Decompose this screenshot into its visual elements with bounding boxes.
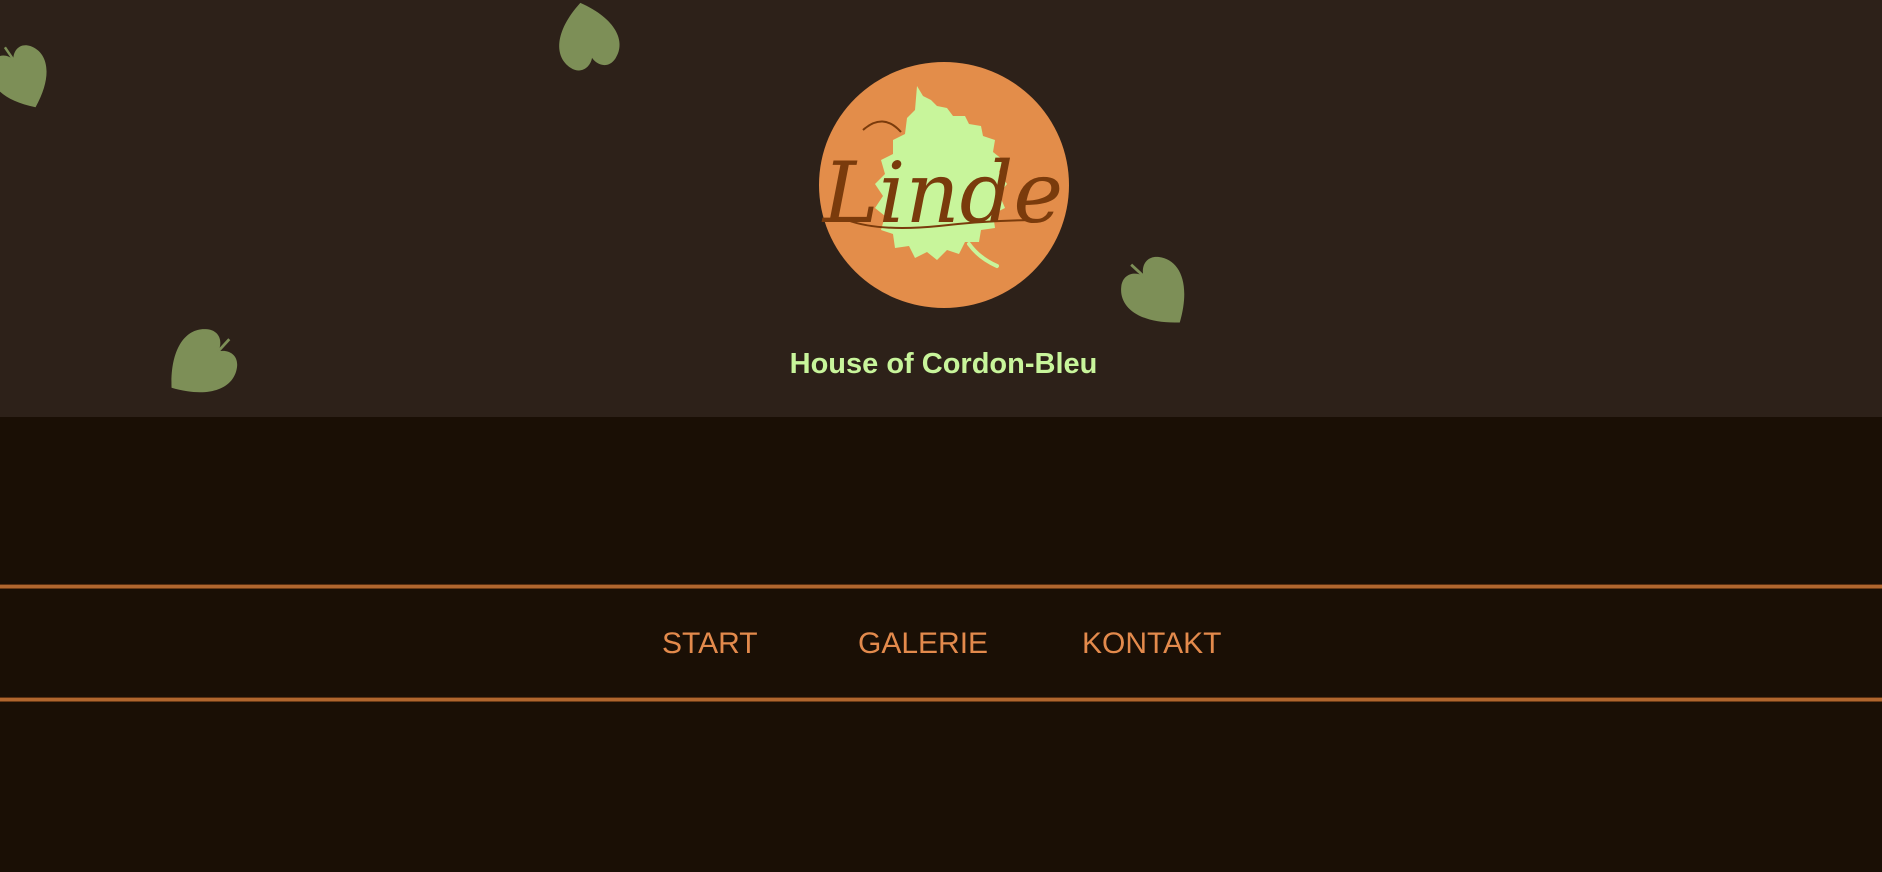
- logo-script-text: Linde: [821, 144, 1063, 242]
- nav-divider-bottom: [0, 698, 1882, 701]
- main-navigation: START GALERIE KONTAKT: [0, 614, 1882, 674]
- falling-leaf-icon: [1121, 256, 1185, 323]
- nav-item-start[interactable]: START: [662, 624, 758, 664]
- falling-leaf-icon: [559, 2, 620, 71]
- nav-item-kontakt[interactable]: KONTAKT: [1082, 624, 1221, 664]
- nav-item-galerie[interactable]: GALERIE: [858, 624, 988, 664]
- nav-divider-top: [0, 585, 1882, 588]
- linde-logo[interactable]: Linde: [819, 62, 1069, 308]
- site-header: Linde House of Cordon-Bleu: [0, 0, 1882, 417]
- page: Linde House of Cordon-Bleu START GALERIE…: [0, 0, 1882, 872]
- site-tagline: House of Cordon-Bleu: [789, 348, 1098, 380]
- falling-leaf-icon: [0, 45, 47, 108]
